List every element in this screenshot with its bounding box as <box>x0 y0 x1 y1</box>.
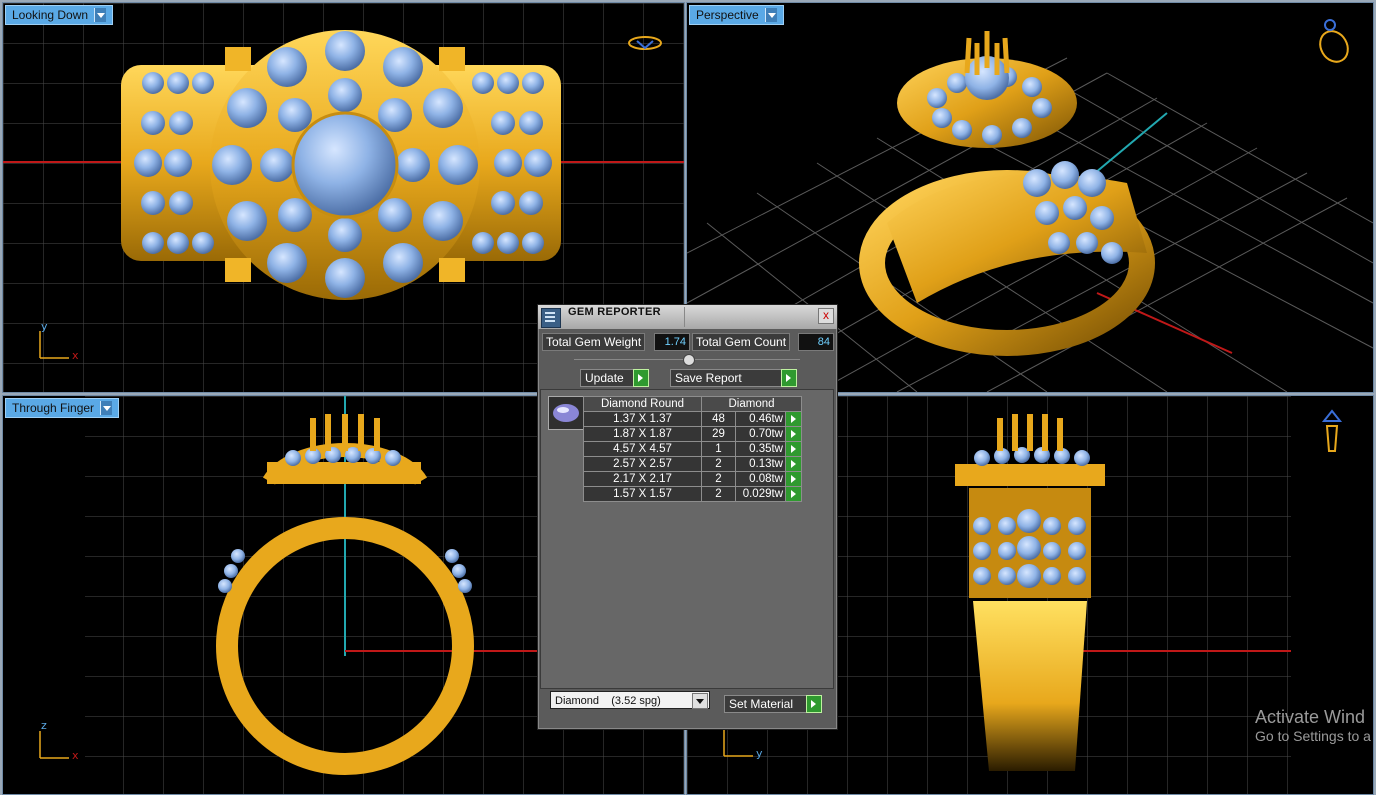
update-button[interactable]: Update <box>580 369 649 387</box>
row-weight: 0.46tw <box>735 411 786 427</box>
material-select-value: Diamond (3.52 spg) <box>555 695 661 707</box>
table-row[interactable]: 1.37 X 1.37 48 0.46tw <box>583 411 802 427</box>
gem-reporter-panel[interactable]: GEM REPORTER x Total Gem Weight 1.74 Tot… <box>537 304 838 730</box>
play-arrow-icon <box>791 460 796 468</box>
set-material-button[interactable]: Set Material <box>724 695 822 713</box>
table-row[interactable]: 2.17 X 2.17 2 0.08tw <box>583 471 802 487</box>
row-select-button[interactable] <box>785 486 802 502</box>
viewport-label: Through Finger <box>12 401 95 415</box>
axis-label-x: x <box>72 349 79 362</box>
axis-label-x: x <box>72 749 79 762</box>
axis-label-y: y <box>756 747 763 760</box>
row-select-button[interactable] <box>785 411 802 427</box>
total-gem-count-label: Total Gem Count <box>692 333 791 351</box>
material-select[interactable]: Diamond (3.52 spg) <box>550 691 710 709</box>
play-arrow-icon[interactable] <box>633 369 649 387</box>
row-count: 2 <box>701 471 736 487</box>
save-report-button-label: Save Report <box>675 371 742 385</box>
update-button-label: Update <box>585 371 624 385</box>
row-size: 1.37 X 1.37 <box>583 411 702 427</box>
row-size: 2.17 X 2.17 <box>583 471 702 487</box>
viewport-tab-through-finger[interactable]: Through Finger <box>5 398 120 418</box>
table-row[interactable]: 2.57 X 2.57 2 0.13tw <box>583 456 802 472</box>
watermark-line-1: Activate Wind <box>1255 707 1366 727</box>
row-select-button[interactable] <box>785 441 802 457</box>
play-arrow-icon <box>791 430 796 438</box>
row-select-button[interactable] <box>785 471 802 487</box>
row-weight: 0.13tw <box>735 456 786 472</box>
chevron-down-icon[interactable] <box>764 8 777 22</box>
play-arrow-icon[interactable] <box>806 695 822 713</box>
gem-table: Diamond Round Diamond 1.37 X 1.37 48 0.4… <box>583 396 802 502</box>
watermark-line-2: Go to Settings to a <box>1255 728 1371 744</box>
column-header-shape: Diamond Round <box>583 396 702 412</box>
row-size: 1.87 X 1.87 <box>583 426 702 442</box>
viewport-label: Looking Down <box>12 8 89 22</box>
row-size: 2.57 X 2.57 <box>583 456 702 472</box>
row-weight: 0.70tw <box>735 426 786 442</box>
row-count: 29 <box>701 426 736 442</box>
chevron-down-icon[interactable] <box>94 8 107 22</box>
table-row[interactable]: 1.87 X 1.87 29 0.70tw <box>583 426 802 442</box>
gem-table-area: Diamond Round Diamond 1.37 X 1.37 48 0.4… <box>540 389 834 689</box>
report-icon <box>541 308 561 328</box>
activation-watermark: Activate Wind Go to Settings to a <box>1255 707 1371 744</box>
gem-thumbnail[interactable] <box>548 396 584 430</box>
viewport-tab-perspective[interactable]: Perspective <box>689 5 784 25</box>
column-header-material: Diamond <box>701 396 802 412</box>
chevron-down-icon[interactable] <box>100 401 113 415</box>
set-material-button-label: Set Material <box>729 697 794 711</box>
play-arrow-icon <box>791 475 796 483</box>
play-arrow-icon <box>791 445 796 453</box>
axis-label-z: z <box>41 719 47 732</box>
row-weight: 0.029tw <box>735 486 786 502</box>
chevron-down-icon[interactable] <box>692 693 708 709</box>
row-weight: 0.35tw <box>735 441 786 457</box>
total-gem-weight-label: Total Gem Weight <box>542 333 646 351</box>
table-row[interactable]: 1.57 X 1.57 2 0.029tw <box>583 486 802 502</box>
play-arrow-icon <box>791 415 796 423</box>
row-weight: 0.08tw <box>735 471 786 487</box>
viewport-tab-looking-down[interactable]: Looking Down <box>5 5 114 25</box>
gem-reporter-titlebar[interactable]: GEM REPORTER x <box>538 305 837 329</box>
close-button[interactable]: x <box>818 308 834 324</box>
row-select-button[interactable] <box>785 426 802 442</box>
row-count: 1 <box>701 441 736 457</box>
total-gem-weight-value: 1.74 <box>654 333 690 351</box>
diamond-icon <box>553 404 579 422</box>
viewport-label: Perspective <box>696 8 759 22</box>
row-count: 2 <box>701 486 736 502</box>
row-count: 48 <box>701 411 736 427</box>
play-arrow-icon <box>791 490 796 498</box>
table-row[interactable]: 4.57 X 4.57 1 0.35tw <box>583 441 802 457</box>
row-select-button[interactable] <box>785 456 802 472</box>
total-gem-count-value: 84 <box>798 333 834 351</box>
row-count: 2 <box>701 456 736 472</box>
collapse-handle[interactable] <box>683 354 695 366</box>
title-divider <box>684 307 685 327</box>
row-size: 4.57 X 4.57 <box>583 441 702 457</box>
gem-reporter-title: GEM REPORTER <box>568 306 661 318</box>
play-arrow-icon[interactable] <box>781 369 797 387</box>
row-size: 1.57 X 1.57 <box>583 486 702 502</box>
axis-label-y: y <box>41 320 48 333</box>
save-report-button[interactable]: Save Report <box>670 369 797 387</box>
